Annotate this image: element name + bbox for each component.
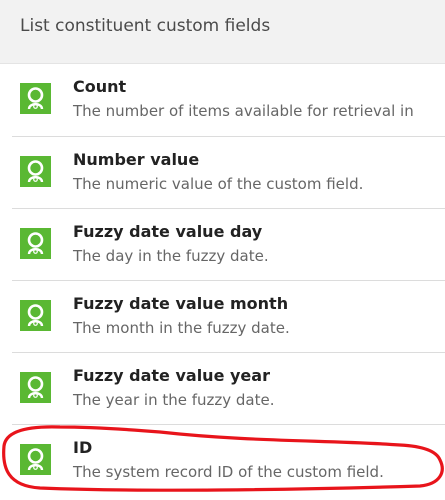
list-item-id[interactable]: ID The system record ID of the custom fi…	[12, 424, 445, 496]
constituent-connector-icon	[20, 300, 51, 331]
item-title: Fuzzy date value day	[73, 222, 263, 241]
item-description: The numeric value of the custom field.	[73, 175, 364, 193]
constituent-connector-icon	[20, 372, 51, 403]
list-item-fuzzy-date-value-year[interactable]: Fuzzy date value year The year in the fu…	[12, 352, 445, 424]
item-title: ID	[73, 438, 93, 457]
item-title: Fuzzy date value month	[73, 294, 289, 313]
constituent-connector-icon	[20, 156, 51, 187]
item-description: The month in the fuzzy date.	[73, 319, 290, 337]
list-item-fuzzy-date-value-day[interactable]: Fuzzy date value day The day in the fuzz…	[12, 208, 445, 280]
constituent-connector-icon	[20, 444, 51, 475]
item-description: The number of items available for retrie…	[73, 102, 414, 120]
panel-title: List constituent custom fields	[20, 16, 271, 36]
panel-header: List constituent custom fields	[0, 0, 445, 64]
dynamic-content-panel: List constituent custom fields Count The…	[0, 0, 445, 500]
item-title: Fuzzy date value year	[73, 366, 270, 385]
item-description: The system record ID of the custom field…	[73, 463, 384, 481]
constituent-connector-icon	[20, 83, 51, 114]
list-item-count[interactable]: Count The number of items available for …	[12, 64, 445, 136]
list-item-fuzzy-date-value-month[interactable]: Fuzzy date value month The month in the …	[12, 280, 445, 352]
item-description: The year in the fuzzy date.	[73, 391, 275, 409]
constituent-connector-icon	[20, 228, 51, 259]
item-title: Number value	[73, 150, 200, 169]
item-title: Count	[73, 77, 127, 96]
field-list: Count The number of items available for …	[12, 64, 445, 496]
list-item-number-value[interactable]: Number value The numeric value of the cu…	[12, 136, 445, 208]
item-description: The day in the fuzzy date.	[73, 247, 269, 265]
